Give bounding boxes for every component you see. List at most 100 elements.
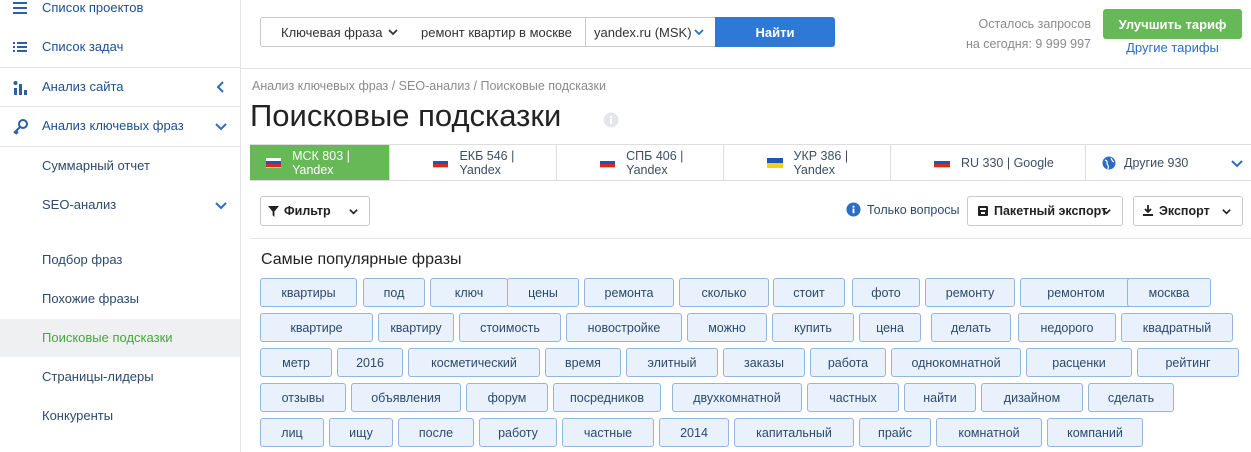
phrase-chip[interactable]: квартиру: [378, 313, 454, 342]
phrase-chip[interactable]: объявления: [351, 383, 461, 412]
site-analysis-icon: [13, 81, 27, 95]
phrase-chip[interactable]: частные: [562, 418, 654, 447]
phrase-chip[interactable]: лиц: [260, 418, 324, 447]
phrase-chip[interactable]: найти: [904, 383, 976, 412]
phrase-chip[interactable]: отзывы: [260, 383, 346, 412]
phrase-chip[interactable]: недорого: [1018, 313, 1116, 342]
phrase-chip[interactable]: прайс: [859, 418, 931, 447]
phrase-chip[interactable]: цены: [507, 278, 579, 307]
key-icon: [13, 119, 28, 135]
sidebar-item-similar-phrases[interactable]: Похожие фразы: [0, 280, 240, 318]
filter-icon: [268, 205, 279, 217]
phrase-chip[interactable]: ремонту: [925, 278, 1015, 307]
query-input[interactable]: [419, 23, 588, 41]
batch-export-button[interactable]: Пакетный экспорт: [967, 196, 1123, 226]
chevron-down-icon: [1222, 209, 1231, 215]
phrase-chip[interactable]: сколько: [679, 278, 769, 307]
region-select[interactable]: yandex.ru (MSK): [585, 17, 716, 47]
russia-flag-icon: [600, 157, 616, 168]
sidebar-item-projects[interactable]: Список проектов: [0, 0, 240, 20]
sidebar-item-tasks[interactable]: Список задач: [0, 28, 240, 66]
export-button[interactable]: Экспорт: [1133, 196, 1243, 226]
phrase-chip[interactable]: ремонтом: [1020, 278, 1132, 307]
tab-ru-google[interactable]: RU 330 | Google: [891, 145, 1086, 180]
tab-ekb[interactable]: ЕКБ 546 | Yandex: [390, 145, 557, 180]
phrase-chip[interactable]: фото: [852, 278, 920, 307]
info-icon: [846, 202, 861, 217]
sidebar-item-label: Анализ ключевых фраз: [42, 118, 184, 133]
sidebar-item-competitors[interactable]: Конкуренты: [0, 397, 240, 435]
phrase-chip[interactable]: ремонта: [584, 278, 674, 307]
sidebar-item-leader-pages[interactable]: Страницы-лидеры: [0, 358, 240, 396]
info-icon[interactable]: [603, 112, 619, 128]
tab-label: RU 330 | Google: [961, 155, 1054, 170]
phrase-chip[interactable]: дизайном: [981, 383, 1083, 412]
phrase-chip[interactable]: москва: [1127, 278, 1211, 307]
other-tariffs-link[interactable]: Другие тарифы: [1103, 40, 1242, 55]
phrase-chip[interactable]: время: [545, 348, 621, 377]
tab-ukr[interactable]: УКР 386 | Yandex: [724, 145, 891, 180]
chevron-down-icon[interactable]: [1230, 156, 1244, 170]
tab-other[interactable]: Другие 930: [1086, 145, 1251, 180]
phrase-chip[interactable]: работу: [479, 418, 557, 447]
russia-flag-icon: [934, 157, 950, 168]
phrase-chip[interactable]: сделать: [1088, 383, 1174, 412]
phrase-chip[interactable]: элитный: [626, 348, 718, 377]
sidebar-item-summary-report[interactable]: Суммарный отчет: [0, 147, 240, 185]
phrase-chip[interactable]: делать: [931, 313, 1011, 342]
download-icon: [1143, 205, 1153, 216]
find-button[interactable]: Найти: [715, 17, 835, 47]
batch-export-label: Пакетный экспорт: [994, 204, 1108, 218]
filter-button[interactable]: Фильтр: [260, 196, 370, 226]
phrase-chip[interactable]: форум: [466, 383, 548, 412]
sidebar-item-label: Суммарный отчет: [42, 158, 150, 173]
phrase-chip[interactable]: после: [398, 418, 474, 447]
phrase-chip[interactable]: 2014: [659, 418, 729, 447]
phrase-chip[interactable]: квартиры: [260, 278, 357, 307]
phrase-chip[interactable]: можно: [687, 313, 767, 342]
chevron-down-icon: [694, 29, 704, 36]
phrase-chip[interactable]: комнатной: [936, 418, 1042, 447]
phrase-chip[interactable]: рейтинг: [1137, 348, 1239, 377]
phrase-chip[interactable]: работа: [810, 348, 886, 377]
phrase-chip[interactable]: капитальный: [734, 418, 854, 447]
phrase-chip[interactable]: косметический: [408, 348, 540, 377]
phrase-chip[interactable]: под: [363, 278, 425, 307]
chevron-down-icon: [215, 123, 227, 131]
sidebar-item-label: Анализ сайта: [42, 79, 124, 94]
tab-spb[interactable]: СПБ 406 | Yandex: [557, 145, 724, 180]
phrase-chip[interactable]: новостройке: [566, 313, 682, 342]
upgrade-tariff-button[interactable]: Улучшить тариф: [1103, 9, 1242, 39]
tab-label: УКР 386 | Yandex: [793, 148, 849, 177]
sidebar-item-site-analysis[interactable]: Анализ сайта: [0, 68, 240, 106]
tab-msk[interactable]: МСК 803 | Yandex: [250, 145, 390, 180]
export-label: Экспорт: [1159, 204, 1210, 218]
phrase-chip[interactable]: частных: [807, 383, 899, 412]
phrase-chip[interactable]: расценки: [1026, 348, 1132, 377]
phrase-chip[interactable]: 2016: [337, 348, 403, 377]
phrase-chip[interactable]: ключ: [430, 278, 508, 307]
search-type-select[interactable]: Ключевая фраза: [260, 17, 410, 47]
sidebar-item-seo-analysis[interactable]: SEO-анализ: [0, 186, 240, 224]
phrase-chip[interactable]: квартире: [260, 313, 373, 342]
phrase-chip[interactable]: двухкомнатной: [672, 383, 802, 412]
phrase-chip[interactable]: квадратный: [1121, 313, 1233, 342]
phrase-chip[interactable]: ищу: [329, 418, 393, 447]
phrase-chip[interactable]: посредников: [553, 383, 661, 412]
phrase-chip[interactable]: стоит: [773, 278, 845, 307]
phrase-chip[interactable]: компаний: [1047, 418, 1143, 447]
region-tabs: МСК 803 | Yandex ЕКБ 546 | Yandex СПБ 40…: [250, 144, 1251, 181]
phrase-chip[interactable]: купить: [772, 313, 854, 342]
sidebar-item-phrase-selection[interactable]: Подбор фраз: [0, 241, 240, 279]
phrase-chip[interactable]: метр: [260, 348, 332, 377]
phrase-chip[interactable]: стоимость: [459, 313, 561, 342]
tab-label: МСК 803 | Yandex: [292, 148, 350, 177]
sidebar-item-search-suggestions[interactable]: Поисковые подсказки: [0, 319, 240, 357]
only-questions-toggle[interactable]: Только вопросы: [846, 202, 960, 217]
phrase-chip[interactable]: заказы: [723, 348, 805, 377]
phrase-chip[interactable]: однокомнатной: [891, 348, 1021, 377]
filter-label: Фильтр: [284, 204, 331, 218]
phrase-chip[interactable]: цена: [859, 313, 921, 342]
breadcrumb: Анализ ключевых фраз / SEO-анализ / Поис…: [252, 79, 606, 93]
sidebar-item-keyword-analysis[interactable]: Анализ ключевых фраз: [0, 107, 240, 145]
